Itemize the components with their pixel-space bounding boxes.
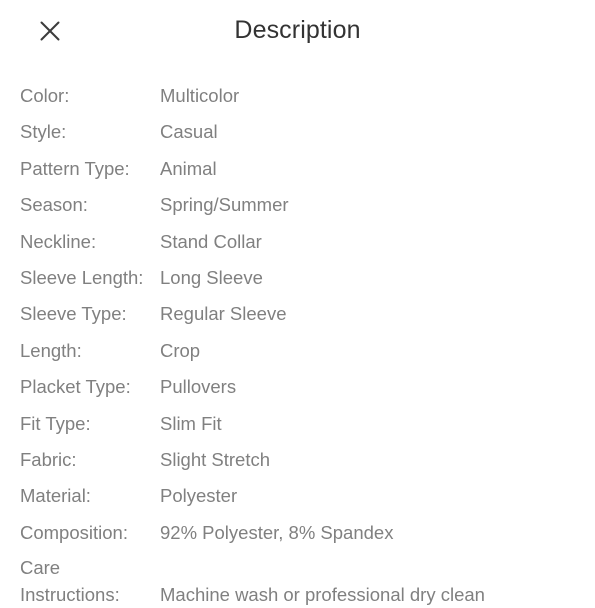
attribute-label: Composition: [20, 521, 128, 543]
attribute-label: Length: [20, 339, 82, 361]
attribute-value: Spring/Summer [160, 194, 289, 216]
attribute-list: Color: Multicolor Style: Casual Pattern … [0, 78, 595, 608]
attribute-label: Sleeve Length: [20, 267, 144, 289]
attribute-value: Crop [160, 339, 201, 361]
attribute-value: Animal [160, 157, 217, 179]
attribute-value: Multicolor [160, 85, 240, 106]
attribute-value: Polyester [160, 485, 238, 507]
attribute-label: Pattern Type: [20, 157, 130, 179]
attribute-value: Machine wash or professional dry clean [160, 584, 485, 606]
list-item: Length: Crop [0, 333, 595, 369]
attribute-label: Season: [20, 194, 88, 216]
attribute-label: Fit Type: [20, 412, 91, 434]
list-item: Season: Spring/Summer [0, 187, 595, 223]
attribute-label: Placket Type: [20, 376, 131, 398]
attribute-label: Style: [20, 121, 67, 143]
attribute-label: Fabric: [20, 449, 77, 471]
attribute-value: Slight Stretch [160, 449, 271, 471]
list-item: Sleeve Type: Regular Sleeve [0, 296, 595, 332]
list-item: Pattern Type: Animal [0, 151, 595, 187]
list-item: Style: Casual [0, 114, 595, 150]
attribute-label: Color: [20, 85, 70, 106]
attribute-label: Care Instructions: [20, 557, 120, 606]
list-item: Fit Type: Slim Fit [0, 406, 595, 442]
panel-header: Description [0, 0, 595, 62]
attribute-value: Pullovers [160, 376, 237, 398]
list-item: Placket Type: Pullovers [0, 369, 595, 405]
list-item: Material: Polyester [0, 478, 595, 514]
attribute-value: Regular Sleeve [160, 303, 287, 325]
list-item: Fabric: Slight Stretch [0, 442, 595, 478]
page-title: Description [234, 16, 361, 44]
attribute-value: Long Sleeve [160, 267, 263, 289]
attribute-label: Sleeve Type: [20, 303, 127, 325]
attribute-value: 92% Polyester, 8% Spandex [160, 521, 394, 543]
attribute-value: Slim Fit [160, 412, 222, 434]
attribute-label: Neckline: [20, 230, 97, 252]
list-item: Care Instructions: Machine wash or profe… [0, 551, 595, 608]
attribute-label: Material: [20, 485, 91, 507]
list-item: Composition: 92% Polyester, 8% Spandex [0, 515, 595, 551]
list-item: Sleeve Length: Long Sleeve [0, 260, 595, 296]
list-item: Neckline: Stand Collar [0, 224, 595, 260]
list-item: Color: Multicolor [0, 78, 595, 114]
attribute-value: Stand Collar [160, 230, 262, 252]
description-panel: Description Color: Multicolor Style: Cas… [0, 0, 595, 605]
attribute-value: Casual [160, 121, 218, 143]
